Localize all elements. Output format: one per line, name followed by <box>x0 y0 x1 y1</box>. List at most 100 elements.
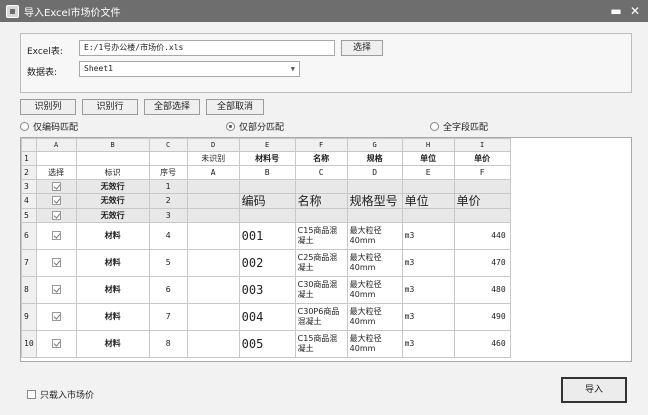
app-icon <box>6 4 19 18</box>
unit-cell: m3 <box>401 303 455 331</box>
unit-cell: m3 <box>401 330 455 358</box>
checkbox-checked-icon[interactable] <box>51 312 61 321</box>
select-cell[interactable] <box>35 208 77 223</box>
select-cell[interactable] <box>35 303 77 331</box>
code-cell: 004 <box>238 303 296 331</box>
import-button[interactable]: 导入 <box>561 377 627 403</box>
cell <box>238 208 296 223</box>
sheet-select-value: Sheet1 <box>84 64 113 73</box>
row-number: 10 <box>21 330 37 358</box>
select-cell[interactable] <box>35 222 77 250</box>
col-letter[interactable]: F <box>294 138 348 152</box>
col-letter[interactable]: A <box>35 138 77 152</box>
cancel-all-button[interactable]: 全部取消 <box>206 99 264 115</box>
field-map-cell[interactable]: 未识别 <box>186 151 240 166</box>
grid-table: A B C D E F G H I 1 未识别 材料号 名称 规格 单位 单价 … <box>21 138 511 358</box>
field-map-cell[interactable]: 单位 <box>401 151 455 166</box>
close-icon[interactable]: ✕ <box>627 3 643 19</box>
field-map-row: 1 未识别 材料号 名称 规格 单位 单价 <box>21 151 511 166</box>
col-letter[interactable]: I <box>453 138 511 152</box>
cell <box>75 151 150 166</box>
select-all-button[interactable]: 全部选择 <box>144 99 200 115</box>
checkbox-checked-icon[interactable] <box>51 196 61 205</box>
price-cell: 470 <box>453 249 511 277</box>
price-cell: 单价 <box>453 193 511 209</box>
radio-code-only[interactable]: 仅编码匹配 <box>20 120 78 133</box>
col-letter[interactable]: C <box>148 138 188 152</box>
select-cell[interactable] <box>35 330 77 358</box>
spec-cell: 最大粒径40mm <box>346 330 403 358</box>
seq-cell: 1 <box>148 179 188 194</box>
radio-partial[interactable]: 仅部分匹配 <box>226 120 285 133</box>
tag-cell: 无效行 <box>75 193 150 209</box>
cell <box>401 208 455 223</box>
col-letter[interactable]: G <box>346 138 403 152</box>
row-number: 8 <box>21 276 37 304</box>
row-number: 6 <box>21 222 37 250</box>
header-row: 2 选择 标识 序号 A B C D E F <box>21 165 511 180</box>
row-number: 5 <box>21 208 37 223</box>
cell <box>294 179 348 194</box>
field-map-cell[interactable]: 名称 <box>294 151 348 166</box>
col-letter[interactable]: E <box>238 138 296 152</box>
identify-row-button[interactable]: 识别行 <box>82 99 138 115</box>
header-cell: D <box>346 165 403 180</box>
table-row: 5 无效行 3 <box>21 208 511 223</box>
tag-cell: 材料 <box>75 303 150 331</box>
checkbox-checked-icon[interactable] <box>51 210 61 220</box>
row-number: 7 <box>21 249 37 277</box>
tag-cell: 材料 <box>75 222 150 250</box>
checkbox-checked-icon[interactable] <box>51 339 61 348</box>
field-map-cell[interactable]: 材料号 <box>238 151 296 166</box>
code-cell: 002 <box>238 249 296 277</box>
col-letter[interactable]: D <box>186 138 240 152</box>
chevron-down-icon: ▼ <box>290 65 295 73</box>
spec-cell: 最大粒径40mm <box>346 222 403 250</box>
header-cell: C <box>294 165 348 180</box>
name-cell: C15商品混凝土 <box>294 222 348 250</box>
minimize-icon[interactable]: ▬ <box>608 3 624 19</box>
code-cell: 001 <box>238 222 296 250</box>
checkbox-checked-icon[interactable] <box>51 181 61 191</box>
radio-full[interactable]: 全字段匹配 <box>430 120 489 133</box>
data-grid[interactable]: A B C D E F G H I 1 未识别 材料号 名称 规格 单位 单价 … <box>20 137 632 362</box>
name-cell: C30P6商品混凝土 <box>294 303 348 331</box>
name-cell: 名称 <box>294 193 348 209</box>
select-cell[interactable] <box>35 276 77 304</box>
field-map-cell[interactable]: 单价 <box>453 151 511 166</box>
tag-cell: 材料 <box>75 276 150 304</box>
checkbox-checked-icon[interactable] <box>51 231 61 240</box>
select-cell[interactable] <box>35 249 77 277</box>
checkbox-checked-icon[interactable] <box>51 258 61 267</box>
col-letter[interactable]: H <box>401 138 455 152</box>
checkbox-checked-icon[interactable] <box>51 285 61 294</box>
radio-label: 全字段匹配 <box>443 122 489 133</box>
cell <box>453 179 511 194</box>
identify-col-button[interactable]: 识别列 <box>20 99 76 115</box>
excel-path-input[interactable]: E:/1号办公楼/市场价.xls <box>79 40 335 56</box>
cell <box>186 330 240 358</box>
table-row: 6 材料 4 001 C15商品混凝土 最大粒径40mm m3 440 <box>21 222 511 250</box>
browse-button[interactable]: 选择 <box>341 40 383 56</box>
name-cell: C15商品混凝土 <box>294 330 348 358</box>
only-market-price-checkbox[interactable]: 只载入市场价 <box>27 388 94 401</box>
field-map-cell[interactable]: 规格 <box>346 151 403 166</box>
column-letter-row: A B C D E F G H I <box>21 138 511 152</box>
cell <box>148 151 188 166</box>
unit-cell: m3 <box>401 276 455 304</box>
title-bar: 导入Excel市场价文件 ▬ ✕ <box>0 0 648 22</box>
seq-cell: 5 <box>148 249 188 277</box>
radio-label: 仅部分匹配 <box>239 122 285 133</box>
table-row: 3 无效行 1 <box>21 179 511 194</box>
cell <box>186 249 240 277</box>
select-cell[interactable] <box>35 179 77 194</box>
select-cell[interactable] <box>35 193 77 209</box>
sheet-select[interactable]: Sheet1 ▼ <box>79 61 300 77</box>
cell <box>294 208 348 223</box>
spec-cell: 最大粒径40mm <box>346 276 403 304</box>
table-row: 10 材料 8 005 C15商品混凝土 最大粒径40mm m3 460 <box>21 330 511 358</box>
header-cell: E <box>401 165 455 180</box>
col-letter[interactable]: B <box>75 138 150 152</box>
row-number: 1 <box>21 151 37 166</box>
tag-cell: 无效行 <box>75 179 150 194</box>
